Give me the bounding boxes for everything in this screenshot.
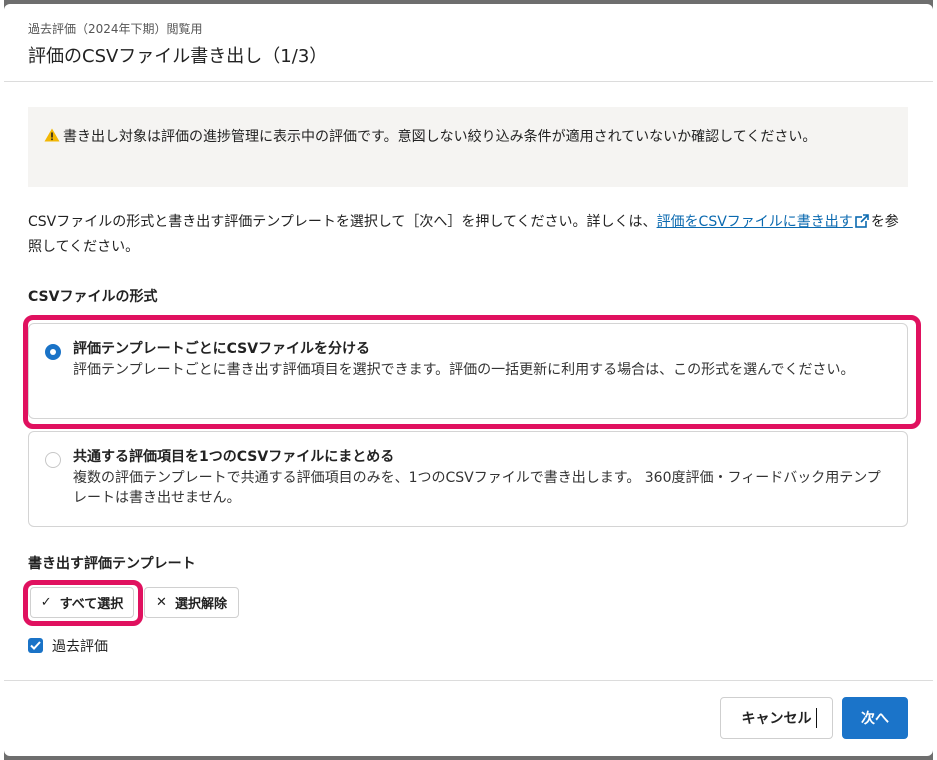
warning-icon: [44, 128, 60, 142]
warning-text: 書き出し対象は評価の進捗管理に表示中の評価です。意図しない絞り込み条件が適用され…: [63, 129, 817, 145]
deselect-button[interactable]: ✕ 選択解除: [144, 587, 239, 618]
radio-unselected-icon[interactable]: [45, 452, 61, 468]
checkmark-icon: [30, 641, 41, 650]
radio-selected-icon[interactable]: [45, 344, 61, 360]
csv-format-label: CSVファイルの形式: [28, 289, 158, 305]
csv-export-dialog: 過去評価（2024年下期）閲覧用 評価のCSVファイル書き出し（1/3） 書き出…: [4, 4, 933, 756]
next-button[interactable]: 次へ: [842, 697, 908, 739]
option-title: 共通する評価項目を1つのCSVファイルにまとめる: [73, 449, 395, 465]
text-cursor: [816, 708, 817, 728]
dialog-subtitle: 過去評価（2024年下期）閲覧用: [28, 22, 203, 36]
dialog-title: 評価のCSVファイル書き出し（1/3）: [28, 46, 328, 67]
select-all-button[interactable]: ✓ すべて選択: [30, 587, 134, 618]
help-link[interactable]: 評価をCSVファイルに書き出す: [657, 214, 871, 230]
external-link-icon[interactable]: [855, 214, 869, 228]
background-page-right: [933, 0, 937, 760]
instructions-text: CSVファイルの形式と書き出す評価テンプレートを選択して［次へ］を押してください…: [28, 214, 657, 230]
deselect-label: 選択解除: [174, 597, 227, 612]
close-icon: ✕: [156, 595, 167, 610]
warning-notice: 書き出し対象は評価の進捗管理に表示中の評価です。意図しない絞り込み条件が適用され…: [28, 107, 908, 187]
template-checkbox[interactable]: [28, 638, 43, 653]
format-option-split[interactable]: 評価テンプレートごとにCSVファイルを分ける 評価テンプレートごとに書き出す評価…: [28, 323, 908, 419]
option-title: 評価テンプレートごとにCSVファイルを分ける: [73, 341, 371, 357]
help-link-label[interactable]: 評価をCSVファイルに書き出す: [657, 214, 853, 230]
template-checkbox-label[interactable]: 過去評価: [52, 636, 108, 656]
templates-label: 書き出す評価テンプレート: [28, 556, 196, 572]
option-description: 評価テンプレートごとに書き出す評価項目を選択できます。評価の一括更新に利用する場…: [73, 362, 855, 378]
format-option-merge[interactable]: 共通する評価項目を1つのCSVファイルにまとめる 複数の評価テンプレートで共通す…: [28, 431, 908, 527]
option-description: 複数の評価テンプレートで共通する評価項目のみを、1つのCSVファイルで書き出しま…: [73, 470, 881, 506]
checkmark-icon: ✓: [40, 595, 52, 610]
select-all-label: すべて選択: [59, 597, 124, 612]
instructions: CSVファイルの形式と書き出す評価テンプレートを選択して［次へ］を押してください…: [28, 210, 908, 260]
dialog-header: 過去評価（2024年下期）閲覧用 評価のCSVファイル書き出し（1/3）: [4, 4, 933, 82]
